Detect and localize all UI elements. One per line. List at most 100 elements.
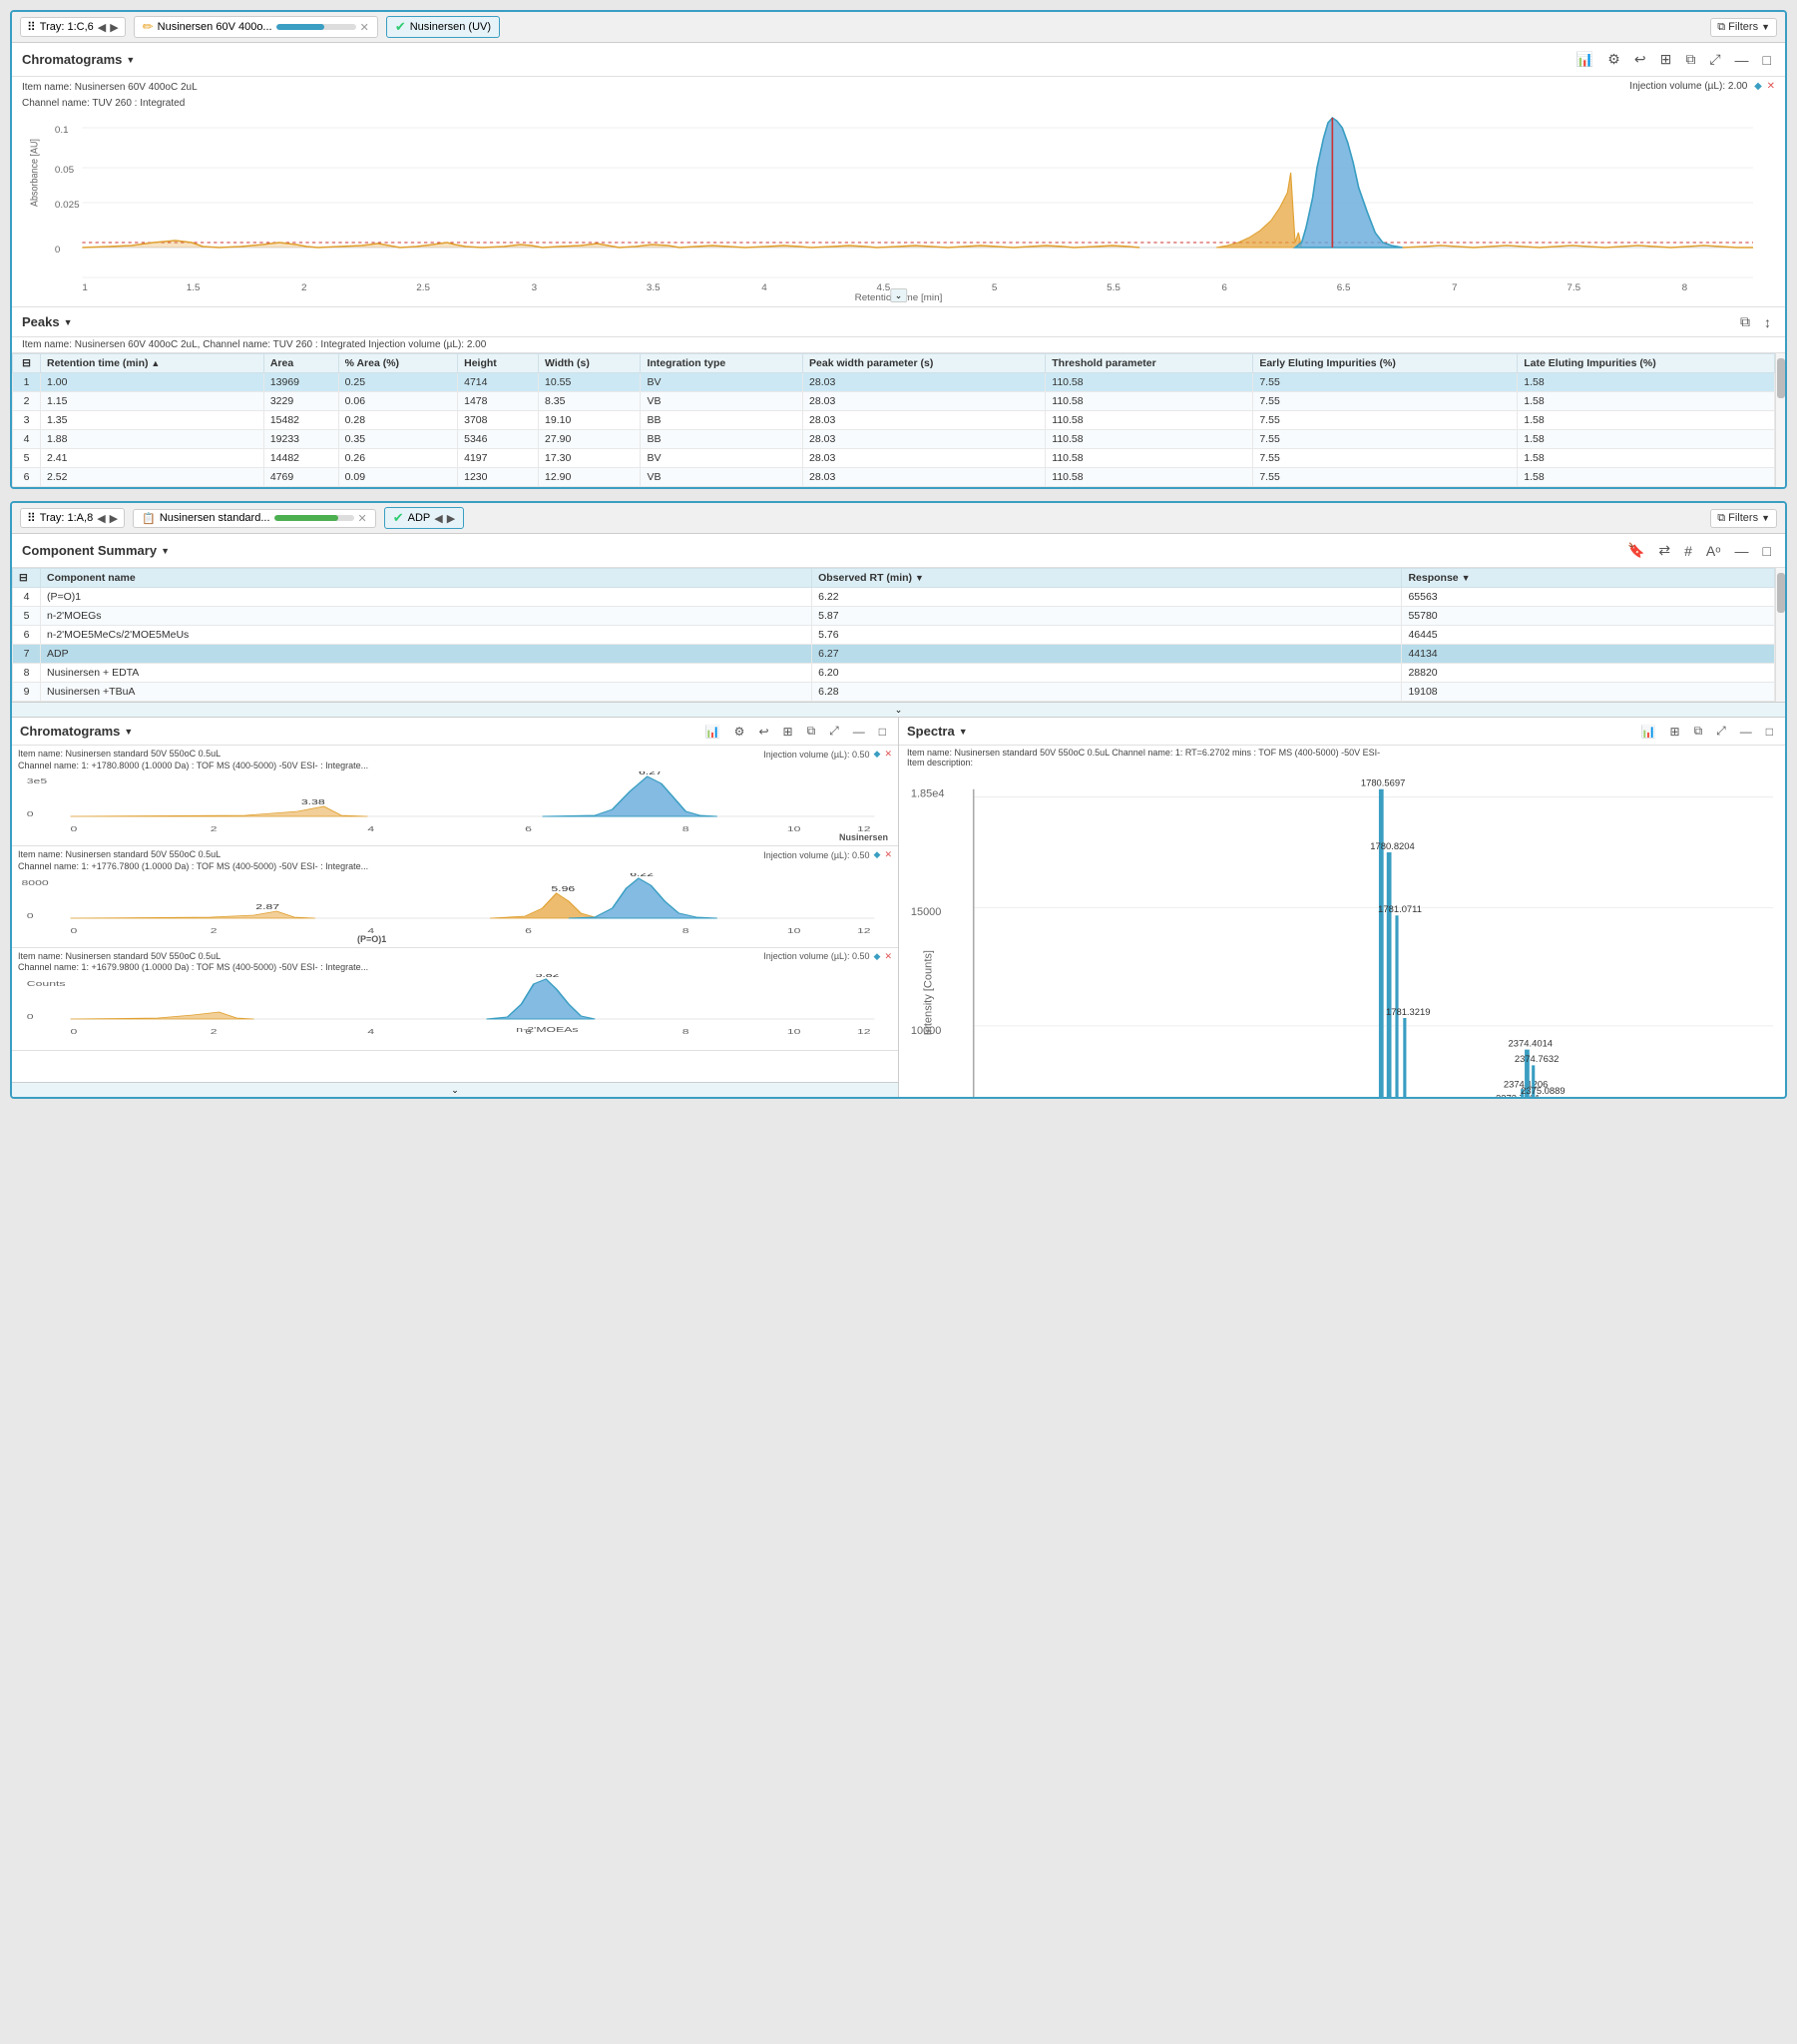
min-icon-chrom-2[interactable]: — bbox=[849, 723, 869, 741]
th-rt-1[interactable]: Retention time (min) ▲ bbox=[41, 354, 264, 373]
overlay-icon-chrom-2[interactable]: ⧉ bbox=[803, 722, 820, 741]
tab2-panel2[interactable]: ✔ ADP ◀ ▶ bbox=[384, 507, 464, 529]
table-row[interactable]: 1 1.00 13969 0.25 4714 10.55 BV 28.03 11… bbox=[13, 373, 1775, 392]
th-int-type-1[interactable]: Integration type bbox=[641, 354, 803, 373]
cell-lei: 1.58 bbox=[1518, 468, 1775, 487]
mc1-edit[interactable]: ◆ bbox=[874, 749, 881, 760]
mini-chart-2-meta: Item name: Nusinersen standard 50V 550oC… bbox=[18, 849, 368, 872]
list-item[interactable]: 5 n-2'MOEGs 5.87 55780 bbox=[13, 607, 1775, 626]
minimize-icon-1[interactable]: — bbox=[1731, 50, 1753, 70]
tab1-panel1[interactable]: ✏ Nusinersen 60V 400o... ✕ bbox=[134, 16, 378, 38]
th-comp-name-2[interactable]: Component name bbox=[41, 569, 812, 588]
nav-next-2[interactable]: ▶ bbox=[110, 512, 118, 525]
inj-vol-close-1[interactable]: ✕ bbox=[1767, 81, 1775, 92]
cell-rt: 1.88 bbox=[41, 430, 264, 449]
nav-next-1[interactable]: ▶ bbox=[110, 21, 118, 34]
mc3-edit[interactable]: ◆ bbox=[874, 951, 881, 962]
mc2-close[interactable]: ✕ bbox=[884, 849, 892, 860]
minimize-icon-2[interactable]: — bbox=[1731, 541, 1753, 561]
cell-comp-response: 44134 bbox=[1402, 645, 1775, 664]
table-row[interactable]: 6 2.52 4769 0.09 1230 12.90 VB 28.03 110… bbox=[13, 468, 1775, 487]
list-item[interactable]: 4 (P=O)1 6.22 65563 bbox=[13, 588, 1775, 607]
mc3-close[interactable]: ✕ bbox=[884, 951, 892, 962]
bar-chart-icon-2[interactable]: 📊 bbox=[701, 723, 724, 741]
expand-chrom2-btn[interactable]: ⌄ bbox=[12, 1082, 898, 1097]
component-scroll-thumb-2[interactable] bbox=[1777, 573, 1785, 613]
th-width-1[interactable]: Width (s) bbox=[539, 354, 641, 373]
expand-icon-chrom-2[interactable]: ⤢ bbox=[825, 722, 843, 741]
sort-icon-peaks-1[interactable]: ↕ bbox=[1760, 312, 1775, 332]
th-comp-rt-2[interactable]: Observed RT (min) ▼ bbox=[812, 569, 1402, 588]
table-row[interactable]: 4 1.88 19233 0.35 5346 27.90 BB 28.03 11… bbox=[13, 430, 1775, 449]
svg-text:4: 4 bbox=[367, 826, 374, 834]
mc1-close[interactable]: ✕ bbox=[884, 749, 892, 760]
svg-text:6.22: 6.22 bbox=[630, 873, 654, 878]
expand-chart-btn-1[interactable]: ⌄ bbox=[890, 288, 908, 302]
peaks-dropdown-1[interactable]: ▼ bbox=[64, 317, 73, 327]
filter-icon-peaks-1[interactable]: ⧉ bbox=[1736, 311, 1754, 332]
tab1-panel2[interactable]: 📋 Nusinersen standard... ✕ bbox=[133, 509, 376, 528]
peaks-scrollbar-1[interactable] bbox=[1775, 353, 1785, 487]
maximize-icon-2[interactable]: □ bbox=[1759, 541, 1775, 561]
th-height-1[interactable]: Height bbox=[458, 354, 539, 373]
grid-view-icon-1[interactable]: ⊞ bbox=[1656, 49, 1676, 70]
list-item[interactable]: 7 ADP 6.27 44134 bbox=[13, 645, 1775, 664]
share-icon-2[interactable]: ⇄ bbox=[1654, 540, 1674, 561]
calib-icon-2[interactable]: Aᵒ bbox=[1702, 541, 1725, 561]
table-row[interactable]: 3 1.35 15482 0.28 3708 19.10 BB 28.03 11… bbox=[13, 411, 1775, 430]
peaks-scroll-thumb-1[interactable] bbox=[1777, 358, 1785, 398]
component-dropdown-2[interactable]: ▼ bbox=[161, 546, 170, 556]
th-eei-1[interactable]: Early Eluting Impurities (%) bbox=[1253, 354, 1518, 373]
overlay-spectra[interactable]: ⧉ bbox=[1690, 722, 1707, 741]
min-spectra[interactable]: — bbox=[1736, 723, 1756, 741]
tab1-close-2[interactable]: ✕ bbox=[358, 512, 367, 525]
svg-text:1781.0711: 1781.0711 bbox=[1378, 904, 1422, 915]
filters-btn-2[interactable]: ⧉ Filters ▼ bbox=[1710, 509, 1777, 528]
undo-icon-1[interactable]: ↩ bbox=[1630, 49, 1650, 70]
spectra-dropdown-2[interactable]: ▼ bbox=[959, 727, 968, 737]
th-tp-1[interactable]: Threshold parameter bbox=[1046, 354, 1253, 373]
hash-icon-2[interactable]: # bbox=[1680, 541, 1696, 561]
grid-spectra[interactable]: ⊞ bbox=[1666, 723, 1684, 741]
nav-prev-1[interactable]: ◀ bbox=[98, 21, 106, 34]
th-lei-1[interactable]: Late Eluting Impurities (%) bbox=[1518, 354, 1775, 373]
settings-icon-2[interactable]: ⚙ bbox=[730, 723, 749, 741]
nav-prev-2b[interactable]: ◀ bbox=[434, 512, 442, 525]
maximize-icon-1[interactable]: □ bbox=[1759, 50, 1775, 70]
settings-icon-1[interactable]: ⚙ bbox=[1603, 49, 1624, 70]
th-pwp-1[interactable]: Peak width parameter (s) bbox=[803, 354, 1046, 373]
list-item[interactable]: 6 n-2'MOE5MeCs/2'MOE5MeUs 5.76 46445 bbox=[13, 626, 1775, 645]
th-pct-area-1[interactable]: % Area (%) bbox=[338, 354, 458, 373]
table-row[interactable]: 5 2.41 14482 0.26 4197 17.30 BV 28.03 11… bbox=[13, 449, 1775, 468]
tray-label-1[interactable]: ⠿ Tray: 1:C,6 ◀ ▶ bbox=[20, 17, 126, 37]
expand-icon-1[interactable]: ⤢ bbox=[1705, 49, 1724, 70]
filters-btn-1[interactable]: ⧉ Filters ▼ bbox=[1710, 18, 1777, 37]
expand-spectra[interactable]: ⤢ bbox=[1712, 722, 1730, 741]
tray-label-2[interactable]: ⠿ Tray: 1:A,8 ◀ ▶ bbox=[20, 508, 125, 528]
list-item[interactable]: 9 Nusinersen +TBuA 6.28 19108 bbox=[13, 683, 1775, 702]
list-item[interactable]: 8 Nusinersen + EDTA 6.20 28820 bbox=[13, 664, 1775, 683]
expand-component-btn-2[interactable]: ⌄ bbox=[12, 702, 1785, 718]
chrom-dropdown-2[interactable]: ▼ bbox=[124, 727, 133, 737]
inj-vol-edit-1[interactable]: ◆ bbox=[1754, 81, 1762, 92]
table-row[interactable]: 2 1.15 3229 0.06 1478 8.35 VB 28.03 110.… bbox=[13, 392, 1775, 411]
svg-text:7: 7 bbox=[1452, 282, 1457, 292]
th-area-1[interactable]: Area bbox=[263, 354, 338, 373]
cell-eei: 7.55 bbox=[1253, 373, 1518, 392]
undo-icon-2[interactable]: ↩ bbox=[754, 723, 772, 741]
nav-prev-2[interactable]: ◀ bbox=[97, 512, 105, 525]
mc2-edit[interactable]: ◆ bbox=[874, 849, 881, 860]
overlay-icon-1[interactable]: ⧉ bbox=[1681, 49, 1699, 70]
max-spectra[interactable]: □ bbox=[1762, 723, 1777, 741]
chromatograms-dropdown-1[interactable]: ▼ bbox=[126, 55, 135, 65]
th-comp-resp-2[interactable]: Response ▼ bbox=[1402, 569, 1775, 588]
bar-chart-spectra[interactable]: 📊 bbox=[1637, 723, 1660, 741]
tab2-panel1[interactable]: ✔ Nusinersen (UV) bbox=[386, 16, 500, 38]
tab1-close-1[interactable]: ✕ bbox=[360, 21, 369, 34]
bookmark-icon-2[interactable]: 🔖 bbox=[1623, 540, 1648, 561]
nav-next-2b[interactable]: ▶ bbox=[447, 512, 455, 525]
grid-icon-chrom-2[interactable]: ⊞ bbox=[779, 723, 797, 741]
component-scrollbar-2[interactable] bbox=[1775, 568, 1785, 702]
bar-chart-icon-1[interactable]: 📊 bbox=[1572, 49, 1597, 70]
max-icon-chrom-2[interactable]: □ bbox=[875, 723, 890, 741]
